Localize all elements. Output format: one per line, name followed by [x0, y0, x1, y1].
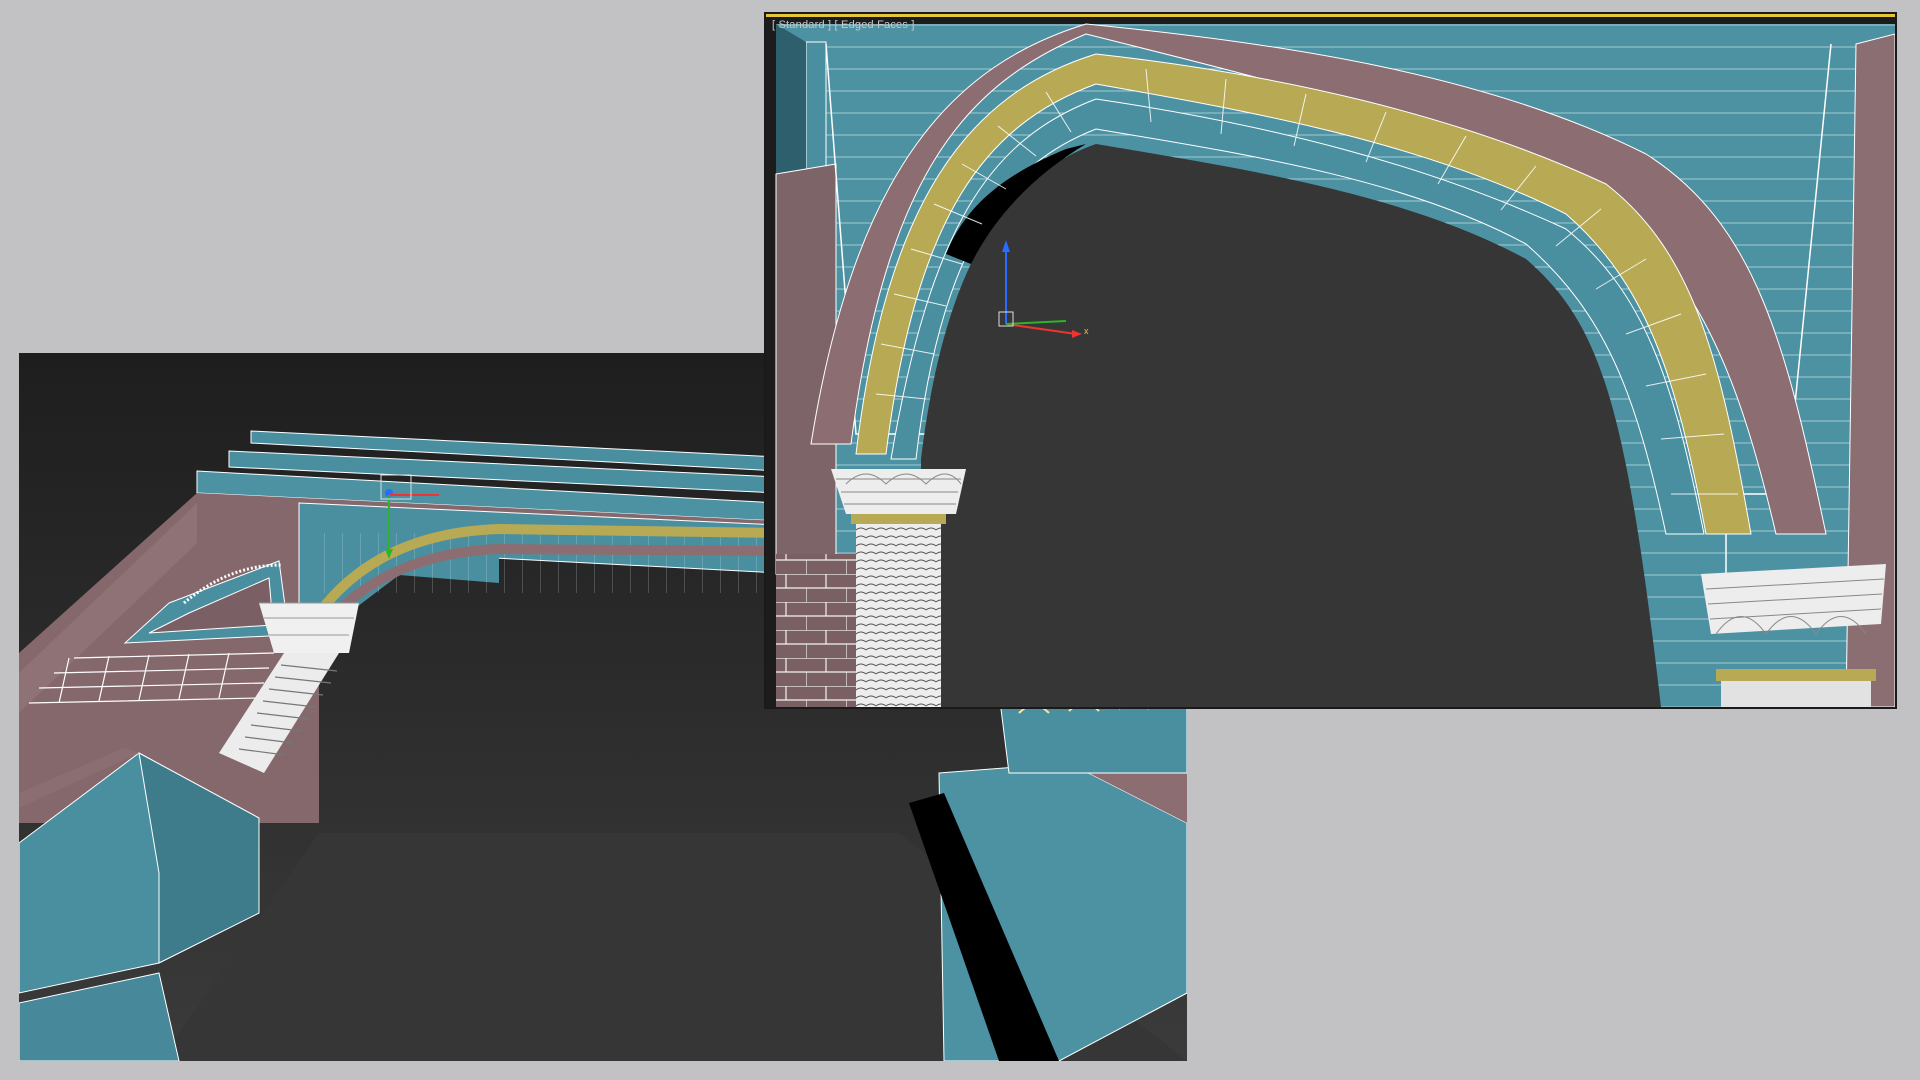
scene-render-closeup: x	[766, 14, 1895, 707]
viewport-mode-label[interactable]: [ Edged Faces ]	[835, 19, 915, 31]
viewport-label-closeup[interactable]: [ Standard ] [ Edged Faces ]	[772, 19, 915, 31]
viewport-perspective-closeup[interactable]: x [ Standard ] [ Edged Faces ]	[766, 14, 1895, 707]
gizmo-x-label: x	[1084, 326, 1089, 336]
viewport-shading-label[interactable]: [ Standard ]	[772, 19, 831, 31]
